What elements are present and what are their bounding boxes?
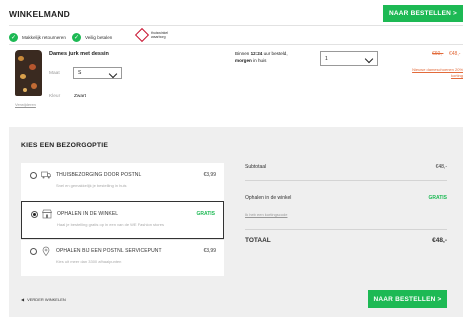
total-value: €48,- [432, 237, 447, 244]
option-description: Kies uit meer dan 3300 afhaalpunten [56, 259, 122, 264]
divider [9, 25, 463, 26]
usp-label: Veilig betalen [85, 35, 113, 40]
chevron-down-icon [108, 69, 118, 79]
chevron-down-icon [364, 54, 374, 64]
divider [245, 229, 447, 230]
usp-returns: ✓ Makkelijk retourneren [9, 33, 66, 42]
shipping-option-home[interactable]: THUISBEZORGING DOOR POSTNL Snel en gemak… [21, 163, 224, 201]
quantity-select[interactable]: 1 [320, 51, 378, 66]
trustmark-line2: waarborg [151, 35, 166, 39]
continue-shopping-label: VERDER WINKELEN [27, 297, 66, 302]
shipping-title: KIES EEN BEZORGOPTIE [21, 142, 109, 149]
total-label: TOTAAL [245, 237, 271, 244]
page-title: WINKELMAND [9, 9, 71, 19]
product-name[interactable]: Dames jurk met dessin [49, 51, 109, 57]
remove-item-link[interactable]: Verwijderen [15, 102, 36, 107]
quantity-value: 1 [325, 55, 328, 62]
sale-price: €48,- [449, 51, 461, 57]
size-value: S [78, 70, 82, 76]
radio-button-selected[interactable] [31, 211, 38, 218]
option-name: OPHALEN IN DE WINKEL [57, 211, 119, 217]
discount-code-link[interactable]: Ik heb een kortingscode [245, 212, 287, 217]
pickup-value: GRATIS [428, 195, 447, 201]
option-price: €3,99 [203, 248, 216, 254]
checkout-button-top[interactable]: NAAR BESTELLEN > [383, 5, 463, 22]
option-name: OPHALEN BIJ EEN POSTNL SERVICEPUNT [56, 248, 162, 254]
check-icon: ✓ [9, 33, 18, 42]
option-price: €3,99 [203, 172, 216, 178]
pickup-label: Ophalen in de winkel [245, 195, 292, 201]
shipping-option-store[interactable]: OPHALEN IN DE WINKEL Haal je bestelling … [21, 201, 224, 239]
promo-link[interactable]: Nieuwe dameschoenen 20% korting [412, 67, 463, 78]
checkout-button-bottom[interactable]: NAAR BESTELLEN > [368, 290, 447, 308]
shipping-options: THUISBEZORGING DOOR POSTNL Snel en gemak… [21, 163, 224, 276]
delivery-estimate: Binnen 12:24 uur besteld, morgen in huis [235, 51, 288, 63]
thuiswinkel-trustmark[interactable]: thuiswinkel waarborg [134, 27, 168, 43]
color-value: Zwart [74, 94, 86, 99]
continue-shopping-link[interactable]: ◀ VERDER WINKELEN [21, 297, 66, 302]
truck-icon [41, 171, 51, 179]
option-name: THUISBEZORGING DOOR POSTNL [56, 172, 142, 178]
location-pin-icon [42, 246, 50, 256]
divider [245, 180, 447, 181]
check-icon: ✓ [72, 33, 81, 42]
shipping-option-servicepoint[interactable]: OPHALEN BIJ EEN POSTNL SERVICEPUNT Kies … [21, 239, 224, 277]
color-label: Kleur [49, 94, 61, 99]
store-icon [42, 209, 52, 219]
size-label: Maat [49, 71, 60, 76]
usp-payment: ✓ Veilig betalen [72, 33, 112, 42]
option-description: Snel en gemakkelijk je bestelling in hui… [56, 183, 127, 188]
subtotal-value: €48,- [435, 164, 447, 170]
product-image[interactable] [15, 50, 42, 96]
radio-button[interactable] [30, 248, 37, 255]
option-price: GRATIS [196, 211, 215, 217]
option-description: Haal je bestelling gratis op in een van … [57, 222, 164, 227]
radio-button[interactable] [30, 172, 37, 179]
trustmark-logo-icon [134, 27, 150, 43]
divider [9, 44, 463, 45]
old-price: €60,- [432, 51, 444, 57]
usp-label: Makkelijk retourneren [22, 35, 66, 40]
size-select[interactable]: S [73, 67, 122, 79]
arrow-left-icon: ◀ [21, 297, 25, 302]
subtotal-label: Subtotaal [245, 164, 267, 170]
